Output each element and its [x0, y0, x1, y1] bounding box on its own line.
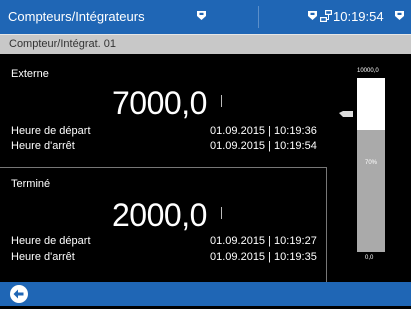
channel-bar: Compteur/Intégrat. 01 — [0, 34, 411, 54]
stop-time-label: Heure d'arrêt — [11, 140, 75, 152]
bar-pointer-icon — [339, 111, 353, 117]
channel-title: Compteur/Intégrat. 01 — [9, 38, 117, 50]
counter-value: 2000,0 — [112, 197, 207, 233]
network-icon — [320, 10, 332, 22]
bar-graph: 70% — [357, 78, 385, 252]
back-arrow-icon — [10, 285, 28, 303]
flag-icon — [395, 11, 404, 20]
panel-label: Terminé — [11, 178, 51, 190]
stop-time-value: 01.09.2015 | 10:19:54 — [210, 140, 317, 152]
clock-time: 10:19:54 — [333, 9, 384, 24]
panel-label: Externe — [11, 68, 49, 80]
counter-value: 7000,0 — [112, 85, 207, 121]
start-time-value: 01.09.2015 | 10:19:36 — [210, 125, 317, 137]
bar-percent-label: 70% — [364, 160, 377, 166]
stop-time-value: 01.09.2015 | 10:19:35 — [210, 251, 317, 263]
start-time-value: 01.09.2015 | 10:19:27 — [210, 235, 317, 247]
stop-time-label: Heure d'arrêt — [11, 251, 75, 263]
page-title: Compteurs/Intégrateurs — [8, 9, 145, 24]
value-cursor — [221, 95, 222, 107]
divider — [258, 6, 259, 28]
flag-icon — [197, 11, 206, 20]
bar-min-label: 0,0 — [365, 255, 374, 261]
footer-bar — [0, 282, 411, 306]
title-bar: Compteurs/Intégrateurs 10:19:54 — [0, 0, 411, 34]
start-time-label: Heure de départ — [11, 235, 91, 247]
bar-max-label: 10000,0 — [357, 68, 379, 74]
flag-icon — [308, 11, 317, 20]
back-button[interactable] — [9, 284, 29, 304]
bar-empty-region — [357, 78, 385, 130]
value-cursor — [221, 207, 222, 219]
start-time-label: Heure de départ — [11, 125, 91, 137]
